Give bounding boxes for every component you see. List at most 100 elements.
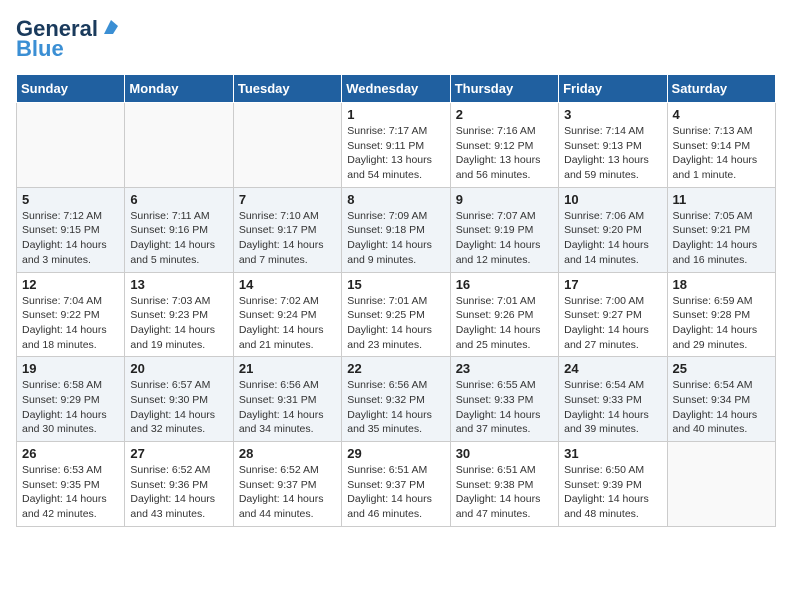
cell-info: Sunrise: 6:52 AMSunset: 9:37 PMDaylight:… xyxy=(239,463,336,522)
calendar-cell: 19 Sunrise: 6:58 AMSunset: 9:29 PMDayligh… xyxy=(17,357,125,442)
cell-info: Sunrise: 7:07 AMSunset: 9:19 PMDaylight:… xyxy=(456,209,553,268)
cell-info: Sunrise: 7:09 AMSunset: 9:18 PMDaylight:… xyxy=(347,209,444,268)
cell-info: Sunrise: 6:54 AMSunset: 9:33 PMDaylight:… xyxy=(564,378,661,437)
header-sunday: Sunday xyxy=(17,75,125,103)
calendar-cell xyxy=(233,103,341,188)
cell-info: Sunrise: 6:55 AMSunset: 9:33 PMDaylight:… xyxy=(456,378,553,437)
header-wednesday: Wednesday xyxy=(342,75,450,103)
cell-number: 23 xyxy=(456,361,553,376)
logo-icon xyxy=(100,16,122,38)
calendar-cell: 17 Sunrise: 7:00 AMSunset: 9:27 PMDayligh… xyxy=(559,272,667,357)
cell-info: Sunrise: 7:13 AMSunset: 9:14 PMDaylight:… xyxy=(673,124,770,183)
cell-number: 9 xyxy=(456,192,553,207)
cell-info: Sunrise: 6:56 AMSunset: 9:31 PMDaylight:… xyxy=(239,378,336,437)
cell-number: 8 xyxy=(347,192,444,207)
cell-number: 2 xyxy=(456,107,553,122)
cell-number: 4 xyxy=(673,107,770,122)
calendar-week-5: 26 Sunrise: 6:53 AMSunset: 9:35 PMDayligh… xyxy=(17,442,776,527)
cell-info: Sunrise: 7:00 AMSunset: 9:27 PMDaylight:… xyxy=(564,294,661,353)
cell-number: 12 xyxy=(22,277,119,292)
cell-info: Sunrise: 6:50 AMSunset: 9:39 PMDaylight:… xyxy=(564,463,661,522)
cell-info: Sunrise: 7:03 AMSunset: 9:23 PMDaylight:… xyxy=(130,294,227,353)
cell-number: 28 xyxy=(239,446,336,461)
cell-number: 29 xyxy=(347,446,444,461)
cell-number: 10 xyxy=(564,192,661,207)
calendar-cell: 10 Sunrise: 7:06 AMSunset: 9:20 PMDayligh… xyxy=(559,187,667,272)
header: General Blue xyxy=(16,16,776,62)
cell-number: 17 xyxy=(564,277,661,292)
calendar-cell: 4 Sunrise: 7:13 AMSunset: 9:14 PMDaylight… xyxy=(667,103,775,188)
cell-number: 26 xyxy=(22,446,119,461)
cell-info: Sunrise: 7:14 AMSunset: 9:13 PMDaylight:… xyxy=(564,124,661,183)
calendar-cell: 5 Sunrise: 7:12 AMSunset: 9:15 PMDaylight… xyxy=(17,187,125,272)
cell-info: Sunrise: 7:06 AMSunset: 9:20 PMDaylight:… xyxy=(564,209,661,268)
calendar-cell: 1Sunrise: 7:17 AMSunset: 9:11 PMDaylight… xyxy=(342,103,450,188)
cell-info: Sunrise: 7:02 AMSunset: 9:24 PMDaylight:… xyxy=(239,294,336,353)
calendar-cell: 3 Sunrise: 7:14 AMSunset: 9:13 PMDaylight… xyxy=(559,103,667,188)
cell-info: Sunrise: 7:04 AMSunset: 9:22 PMDaylight:… xyxy=(22,294,119,353)
calendar-cell: 15 Sunrise: 7:01 AMSunset: 9:25 PMDayligh… xyxy=(342,272,450,357)
calendar-cell: 20Sunrise: 6:57 AMSunset: 9:30 PMDayligh… xyxy=(125,357,233,442)
cell-number: 31 xyxy=(564,446,661,461)
cell-number: 20 xyxy=(130,361,227,376)
cell-number: 15 xyxy=(347,277,444,292)
calendar-cell: 12 Sunrise: 7:04 AMSunset: 9:22 PMDayligh… xyxy=(17,272,125,357)
cell-info: Sunrise: 6:58 AMSunset: 9:29 PMDaylight:… xyxy=(22,378,119,437)
calendar-cell: 16Sunrise: 7:01 AMSunset: 9:26 PMDayligh… xyxy=(450,272,558,357)
calendar-header-row: SundayMondayTuesdayWednesdayThursdayFrid… xyxy=(17,75,776,103)
cell-info: Sunrise: 6:52 AMSunset: 9:36 PMDaylight:… xyxy=(130,463,227,522)
calendar-cell: 30 Sunrise: 6:51 AMSunset: 9:38 PMDayligh… xyxy=(450,442,558,527)
cell-number: 18 xyxy=(673,277,770,292)
cell-info: Sunrise: 6:54 AMSunset: 9:34 PMDaylight:… xyxy=(673,378,770,437)
cell-number: 14 xyxy=(239,277,336,292)
calendar-cell: 7Sunrise: 7:10 AMSunset: 9:17 PMDaylight… xyxy=(233,187,341,272)
calendar-cell: 22 Sunrise: 6:56 AMSunset: 9:32 PMDayligh… xyxy=(342,357,450,442)
calendar-cell xyxy=(17,103,125,188)
logo-blue: Blue xyxy=(16,36,64,62)
cell-number: 22 xyxy=(347,361,444,376)
cell-number: 30 xyxy=(456,446,553,461)
calendar-cell: 6 Sunrise: 7:11 AMSunset: 9:16 PMDaylight… xyxy=(125,187,233,272)
calendar-week-1: 1Sunrise: 7:17 AMSunset: 9:11 PMDaylight… xyxy=(17,103,776,188)
header-monday: Monday xyxy=(125,75,233,103)
cell-info: Sunrise: 7:11 AMSunset: 9:16 PMDaylight:… xyxy=(130,209,227,268)
calendar-cell: 24 Sunrise: 6:54 AMSunset: 9:33 PMDayligh… xyxy=(559,357,667,442)
header-thursday: Thursday xyxy=(450,75,558,103)
calendar: SundayMondayTuesdayWednesdayThursdayFrid… xyxy=(16,74,776,527)
calendar-cell: 25 Sunrise: 6:54 AMSunset: 9:34 PMDayligh… xyxy=(667,357,775,442)
cell-info: Sunrise: 7:05 AMSunset: 9:21 PMDaylight:… xyxy=(673,209,770,268)
cell-number: 5 xyxy=(22,192,119,207)
header-saturday: Saturday xyxy=(667,75,775,103)
calendar-cell: 29 Sunrise: 6:51 AMSunset: 9:37 PMDayligh… xyxy=(342,442,450,527)
cell-info: Sunrise: 6:59 AMSunset: 9:28 PMDaylight:… xyxy=(673,294,770,353)
calendar-cell xyxy=(125,103,233,188)
cell-info: Sunrise: 6:51 AMSunset: 9:37 PMDaylight:… xyxy=(347,463,444,522)
cell-number: 24 xyxy=(564,361,661,376)
calendar-cell: 26 Sunrise: 6:53 AMSunset: 9:35 PMDayligh… xyxy=(17,442,125,527)
cell-info: Sunrise: 6:53 AMSunset: 9:35 PMDaylight:… xyxy=(22,463,119,522)
cell-number: 7 xyxy=(239,192,336,207)
cell-number: 11 xyxy=(673,192,770,207)
cell-number: 27 xyxy=(130,446,227,461)
calendar-cell: 31 Sunrise: 6:50 AMSunset: 9:39 PMDayligh… xyxy=(559,442,667,527)
cell-number: 19 xyxy=(22,361,119,376)
calendar-cell: 2 Sunrise: 7:16 AMSunset: 9:12 PMDaylight… xyxy=(450,103,558,188)
calendar-cell: 14 Sunrise: 7:02 AMSunset: 9:24 PMDayligh… xyxy=(233,272,341,357)
cell-info: Sunrise: 7:01 AMSunset: 9:25 PMDaylight:… xyxy=(347,294,444,353)
cell-number: 3 xyxy=(564,107,661,122)
calendar-cell: 27 Sunrise: 6:52 AMSunset: 9:36 PMDayligh… xyxy=(125,442,233,527)
cell-info: Sunrise: 6:51 AMSunset: 9:38 PMDaylight:… xyxy=(456,463,553,522)
cell-info: Sunrise: 7:12 AMSunset: 9:15 PMDaylight:… xyxy=(22,209,119,268)
calendar-cell: 21Sunrise: 6:56 AMSunset: 9:31 PMDayligh… xyxy=(233,357,341,442)
calendar-week-4: 19 Sunrise: 6:58 AMSunset: 9:29 PMDayligh… xyxy=(17,357,776,442)
cell-number: 13 xyxy=(130,277,227,292)
header-tuesday: Tuesday xyxy=(233,75,341,103)
cell-info: Sunrise: 6:56 AMSunset: 9:32 PMDaylight:… xyxy=(347,378,444,437)
cell-number: 25 xyxy=(673,361,770,376)
calendar-cell: 18 Sunrise: 6:59 AMSunset: 9:28 PMDayligh… xyxy=(667,272,775,357)
calendar-cell: 28 Sunrise: 6:52 AMSunset: 9:37 PMDayligh… xyxy=(233,442,341,527)
cell-info: Sunrise: 7:16 AMSunset: 9:12 PMDaylight:… xyxy=(456,124,553,183)
logo: General Blue xyxy=(16,16,122,62)
cell-number: 6 xyxy=(130,192,227,207)
calendar-week-2: 5 Sunrise: 7:12 AMSunset: 9:15 PMDaylight… xyxy=(17,187,776,272)
